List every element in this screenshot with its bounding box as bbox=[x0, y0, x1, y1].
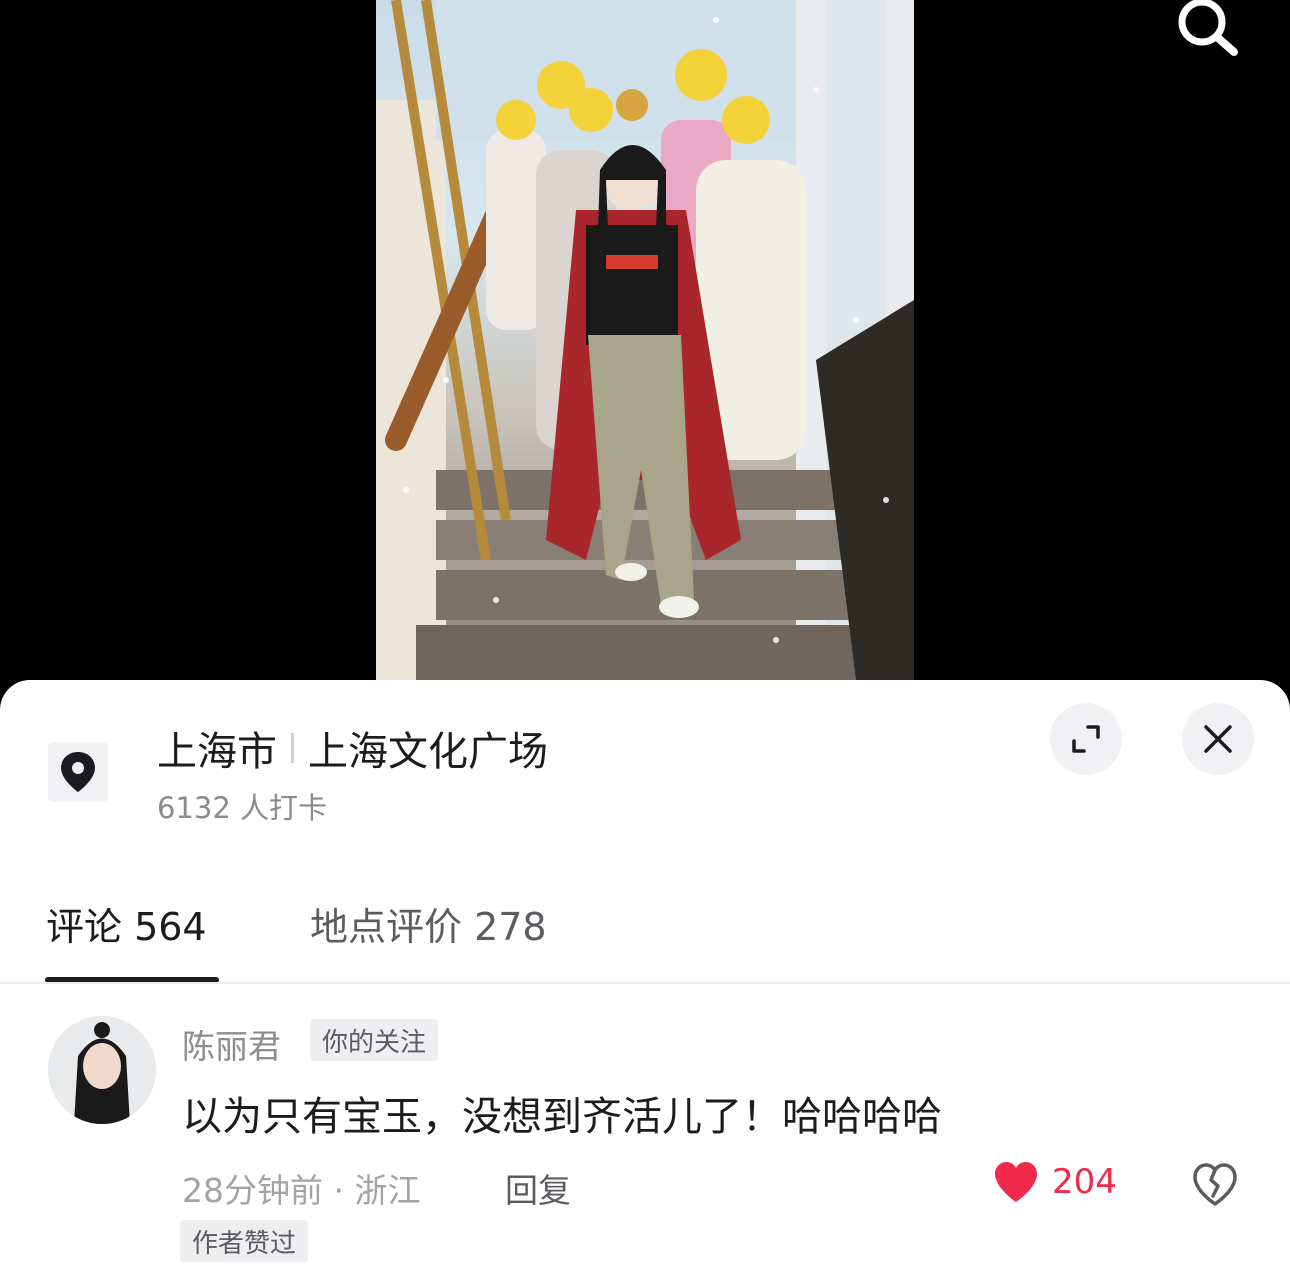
expand-icon bbox=[1072, 725, 1100, 753]
location-title[interactable]: 上海市 上海文化广场 bbox=[157, 718, 548, 778]
following-badge: 你的关注 bbox=[310, 1019, 439, 1061]
video-frame[interactable] bbox=[376, 0, 914, 680]
video-still bbox=[376, 0, 914, 680]
like-button[interactable]: 204 bbox=[992, 1160, 1117, 1204]
dislike-button[interactable] bbox=[1190, 1160, 1240, 1210]
comment-author[interactable]: 陈丽君 bbox=[182, 1020, 281, 1068]
reply-button[interactable]: 回复 bbox=[505, 1164, 571, 1212]
location-city: 上海市 bbox=[157, 729, 277, 775]
search-button[interactable] bbox=[1168, 0, 1248, 62]
location-icon-tile bbox=[48, 742, 108, 802]
heart-icon bbox=[995, 1162, 1037, 1202]
video-area[interactable] bbox=[0, 0, 1290, 700]
close-icon bbox=[1204, 725, 1232, 753]
location-separator bbox=[291, 733, 294, 763]
comment-text[interactable]: 以为只有宝玉，没想到齐活儿了！哈哈哈哈 bbox=[182, 1084, 942, 1142]
close-button[interactable] bbox=[1182, 703, 1254, 775]
avatar[interactable] bbox=[48, 1016, 156, 1124]
comment-meta: 28分钟前 · 浙江 bbox=[182, 1171, 421, 1210]
map-pin-icon bbox=[61, 752, 95, 792]
tabs-divider bbox=[0, 982, 1290, 984]
expand-button[interactable] bbox=[1050, 703, 1122, 775]
tab-comments[interactable]: 评论 564 bbox=[46, 896, 207, 951]
location-place: 上海文化广场 bbox=[308, 729, 548, 775]
author-liked-badge: 作者赞过 bbox=[180, 1220, 309, 1262]
search-icon bbox=[1178, 0, 1238, 56]
avatar-image bbox=[48, 1016, 156, 1124]
broken-heart-icon bbox=[1193, 1163, 1237, 1206]
like-count: 204 bbox=[1052, 1162, 1117, 1202]
tab-place-reviews[interactable]: 地点评价 278 bbox=[310, 896, 547, 951]
checkin-count: 6132 人打卡 bbox=[157, 791, 328, 825]
